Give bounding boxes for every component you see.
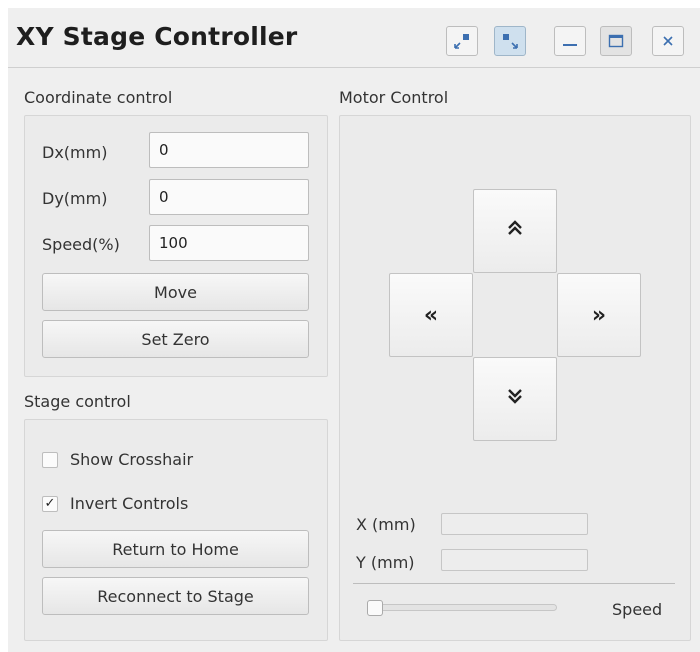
speed-slider-handle[interactable] — [367, 600, 383, 616]
move-button[interactable]: Move — [42, 273, 309, 311]
show-crosshair-option[interactable]: Show Crosshair — [42, 450, 193, 469]
y-position-label: Y (mm) — [356, 553, 415, 572]
close-icon — [659, 32, 677, 50]
dx-label: Dx(mm) — [42, 143, 108, 162]
speed-slider-track[interactable] — [369, 604, 557, 611]
maximize-button[interactable] — [600, 26, 632, 56]
stage-control-heading: Stage control — [24, 392, 131, 411]
expand-window-button[interactable] — [494, 26, 526, 56]
move-right-button[interactable]: » — [557, 273, 641, 357]
close-button[interactable] — [652, 26, 684, 56]
double-chevron-down-icon — [505, 386, 525, 412]
speed-slider-label: Speed — [612, 600, 663, 619]
speed-percent-input[interactable]: 100 — [149, 225, 309, 261]
invert-controls-label: Invert Controls — [70, 494, 189, 513]
dy-input[interactable]: 0 — [149, 179, 309, 215]
invert-controls-checkbox[interactable]: ✓ — [42, 495, 58, 512]
minimize-button[interactable] — [554, 26, 586, 56]
invert-controls-option[interactable]: ✓ Invert Controls — [42, 494, 188, 513]
dy-label: Dy(mm) — [42, 189, 108, 208]
dx-input[interactable]: 0 — [149, 132, 309, 168]
double-chevron-right-icon: » — [591, 302, 607, 328]
move-up-button[interactable] — [473, 189, 557, 273]
x-position-readout — [441, 513, 588, 535]
collapse-arrows-icon — [453, 32, 471, 50]
speed-percent-label: Speed(%) — [42, 235, 120, 254]
collapse-window-button[interactable] — [446, 26, 478, 56]
show-crosshair-checkbox[interactable] — [42, 451, 58, 468]
move-down-button[interactable] — [473, 357, 557, 441]
show-crosshair-label: Show Crosshair — [70, 450, 194, 469]
reconnect-stage-button[interactable]: Reconnect to Stage — [42, 577, 309, 615]
window-title: XY Stage Controller — [16, 22, 298, 51]
double-chevron-up-icon — [505, 218, 525, 244]
title-separator — [8, 67, 700, 68]
return-home-button[interactable]: Return to Home — [42, 530, 309, 568]
expand-arrows-icon — [501, 32, 519, 50]
x-position-label: X (mm) — [356, 515, 416, 534]
y-position-readout — [441, 549, 588, 571]
minimize-icon — [561, 32, 579, 50]
motor-separator — [353, 583, 675, 584]
coordinate-control-heading: Coordinate control — [24, 88, 173, 107]
move-left-button[interactable]: « — [389, 273, 473, 357]
maximize-icon — [607, 32, 625, 50]
double-chevron-left-icon: « — [423, 302, 439, 328]
set-zero-button[interactable]: Set Zero — [42, 320, 309, 358]
motor-control-heading: Motor Control — [339, 88, 449, 107]
